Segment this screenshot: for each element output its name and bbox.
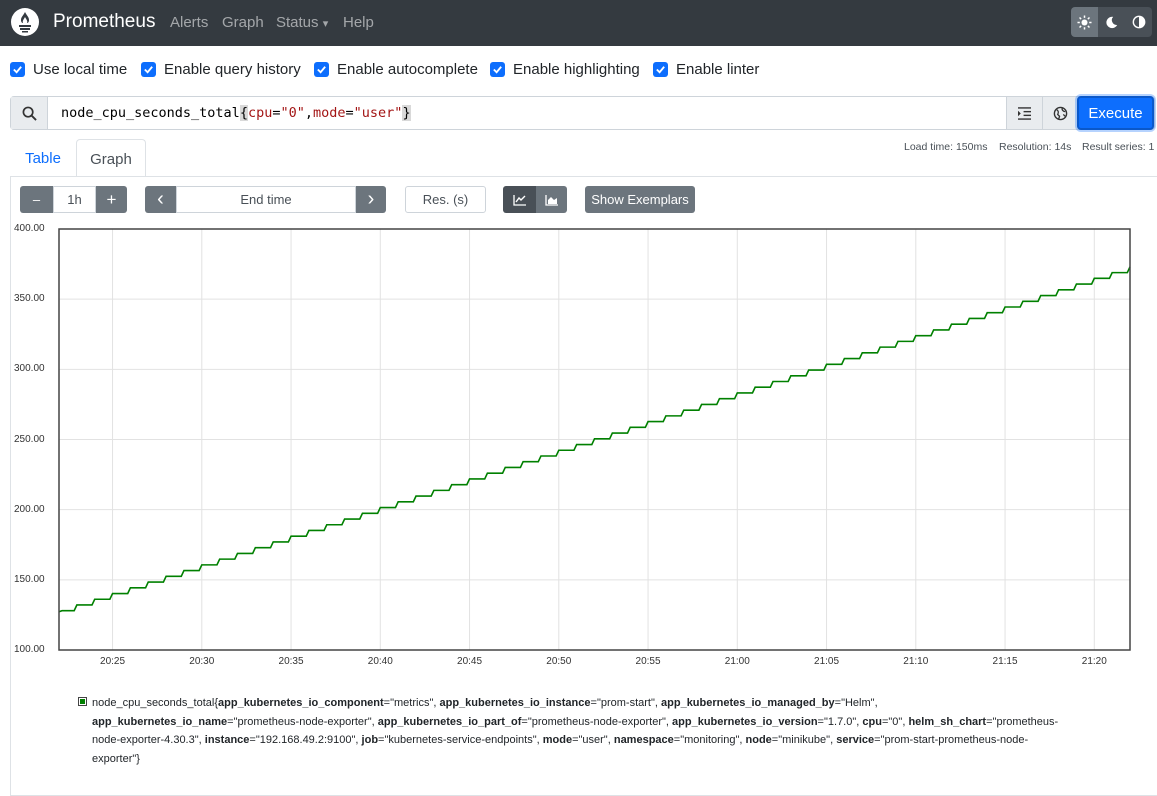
legend-label-value: "prometheus-node-exporter" [233,715,372,728]
x-tick-label: 21:15 [992,656,1018,667]
legend-label-key: cpu [862,715,882,728]
legend-label-key: service [836,734,875,746]
legend-label-value: "1.7.0" [823,715,857,728]
y-tick-label: 300.00 [14,363,45,375]
legend-label-value: "kubernetes-service-endpoints" [384,734,537,746]
legend-label-value: "0" [888,715,903,728]
legend-label-key: namespace [613,734,674,746]
x-tick-label: 20:45 [457,656,483,667]
x-tick-label: 20:25 [100,656,126,667]
x-tick-label: 20:55 [635,656,661,667]
legend-label-value: "prometheus-node-exporter" [527,715,666,728]
series-color-swatch[interactable] [78,697,87,706]
legend-label-key: instance [204,734,250,746]
x-tick-label: 21:05 [814,656,840,667]
y-tick-label: 150.00 [14,573,45,585]
x-tick-label: 20:35 [278,656,304,667]
legend-label-key: app_kubernetes_io_name [92,715,228,728]
legend-label-value: "minikube" [778,734,831,746]
legend-label-key: app_kubernetes_io_component [218,697,384,709]
legend-label-key: app_kubernetes_io_instance [439,697,591,709]
y-tick-label: 400.00 [14,223,45,234]
x-tick-label: 20:40 [367,656,393,667]
legend-label-key: job [361,734,379,746]
legend-label-key: helm_sh_chart [908,715,987,728]
legend-label-key: node [745,734,772,746]
legend-label-value: "user" [578,734,608,746]
legend-label-key: mode [542,734,573,746]
y-tick-label: 100.00 [14,644,45,655]
legend-label-value: "prom-start" [596,697,655,709]
x-tick-label: 21:20 [1081,656,1107,667]
y-tick-label: 200.00 [14,503,45,515]
legend-label-value: "192.168.49.2:9100" [255,734,356,746]
x-tick-label: 20:50 [546,656,572,667]
x-tick-label: 21:00 [724,656,750,667]
series-legend[interactable]: node_cpu_seconds_total{app_kubernetes_io… [92,694,1072,768]
y-tick-label: 350.00 [14,293,45,305]
legend-label-value: "Helm" [841,697,875,709]
y-tick-label: 250.00 [14,433,45,445]
legend-label-value: "monitoring" [680,734,740,746]
legend-label-key: app_kubernetes_io_managed_by [661,697,835,709]
x-tick-label: 20:30 [189,656,215,667]
legend-label-key: app_kubernetes_io_version [672,715,818,728]
x-tick-label: 21:10 [903,656,929,667]
legend-label-key: app_kubernetes_io_part_of [377,715,522,728]
legend-label-value: "metrics" [390,697,434,709]
legend-metric-name: node_cpu_seconds_total [92,697,215,709]
graph-chart[interactable] [0,0,1157,789]
